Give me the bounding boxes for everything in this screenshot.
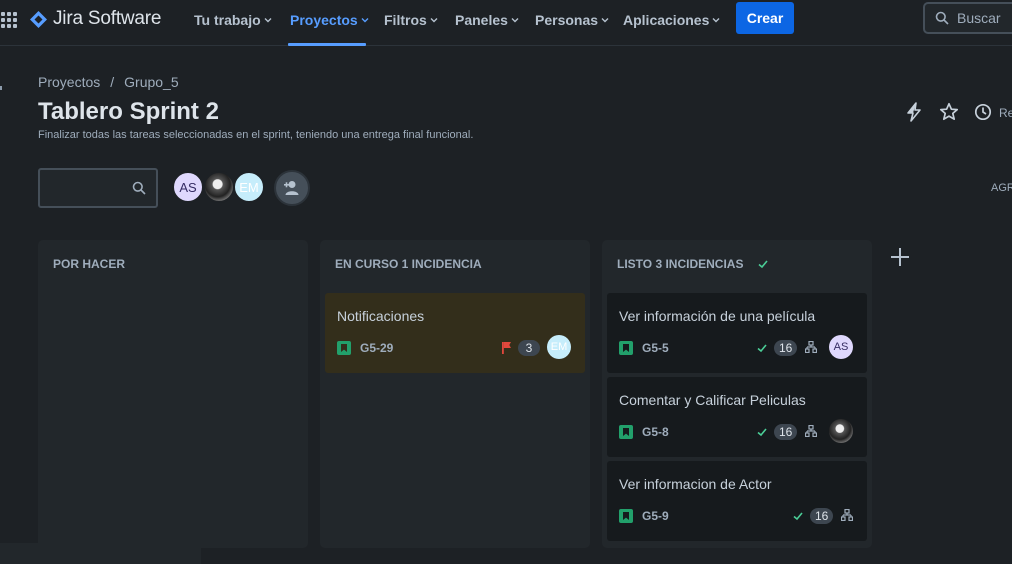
issue-card[interactable]: Comentar y Calificar Peliculas G5-8 16	[607, 377, 867, 457]
issue-key[interactable]: G5-29	[360, 341, 393, 355]
story-points-badge: 3	[518, 340, 540, 356]
sidebar-edge	[0, 86, 2, 90]
sprint-goal: Finalizar todas las tareas seleccionadas…	[38, 129, 474, 141]
card-title: Ver informacion de Actor	[619, 476, 772, 492]
bottom-panel	[0, 543, 201, 564]
issue-card[interactable]: Ver información de una película G5-5 16 …	[607, 293, 867, 373]
assignee-avatar[interactable]: EM	[547, 335, 571, 359]
check-icon	[757, 344, 767, 353]
story-icon	[619, 341, 633, 355]
product-name: Jira Software	[53, 8, 162, 29]
nav-personas[interactable]: Personas	[535, 10, 609, 30]
issue-card[interactable]: Ver informacion de Actor G5-9 16	[607, 461, 867, 541]
breadcrumb-separator: /	[110, 74, 115, 90]
nav-label: Aplicaciones	[623, 12, 710, 28]
story-points-badge: 16	[810, 508, 834, 524]
issue-card[interactable]: Notificaciones G5-29 3 EM	[325, 293, 585, 373]
clock-icon[interactable]	[974, 103, 992, 121]
story-icon	[619, 425, 633, 439]
nav-label: Proyectos	[290, 12, 358, 28]
column-title: LISTO 3 INCIDENCIAS	[617, 257, 769, 271]
card-title: Comentar y Calificar Peliculas	[619, 392, 806, 408]
column-title-text: LISTO 3 INCIDENCIAS	[617, 257, 744, 271]
header-action-label[interactable]: Re	[999, 106, 1012, 120]
assignee-avatar[interactable]: AS	[829, 335, 853, 359]
column-por-hacer: POR HACER	[38, 240, 308, 548]
search-icon	[935, 11, 949, 25]
avatar-as[interactable]: AS	[172, 171, 204, 203]
flag-icon	[502, 342, 511, 354]
issue-key[interactable]: G5-8	[642, 425, 669, 439]
card-title: Notificaciones	[337, 308, 425, 324]
avatar-photo[interactable]	[203, 171, 235, 203]
story-points-badge: 16	[774, 424, 798, 440]
subtask-icon	[841, 509, 853, 521]
nav-tu-trabajo[interactable]: Tu trabajo	[194, 10, 272, 30]
active-nav-indicator	[288, 43, 366, 46]
chevron-down-icon	[511, 18, 519, 23]
story-points-badge: 16	[774, 340, 798, 356]
breadcrumb-proyectos[interactable]: Proyectos	[38, 74, 100, 90]
column-listo: LISTO 3 INCIDENCIAS Ver información de u…	[602, 240, 872, 548]
nav-label: Tu trabajo	[194, 12, 261, 28]
star-icon[interactable]	[939, 102, 959, 122]
story-icon	[337, 341, 351, 355]
lightning-icon[interactable]	[904, 102, 924, 122]
check-icon	[793, 512, 803, 521]
issue-key[interactable]: G5-5	[642, 341, 669, 355]
column-title: POR HACER	[53, 257, 125, 271]
top-navigation: Jira Software Tu trabajo Proyectos Filtr…	[0, 0, 1012, 46]
jira-logo[interactable]: Jira Software	[30, 8, 161, 30]
add-people-icon	[284, 181, 299, 195]
nav-filtros[interactable]: Filtros	[384, 10, 438, 30]
column-en-curso: EN CURSO 1 INCIDENCIA Notificaciones G5-…	[320, 240, 590, 548]
search-icon	[132, 181, 146, 195]
chevron-down-icon	[361, 18, 369, 23]
nav-aplicaciones[interactable]: Aplicaciones	[623, 10, 720, 30]
search-placeholder: Buscar	[957, 10, 1001, 26]
breadcrumb: Proyectos / Grupo_5	[38, 74, 179, 90]
card-title: Ver información de una película	[619, 308, 816, 324]
chevron-down-icon	[712, 18, 720, 23]
apps-grid-icon[interactable]	[0, 11, 18, 29]
chevron-down-icon	[430, 18, 438, 23]
avatar-em[interactable]: EM	[233, 171, 265, 203]
breadcrumb-grupo[interactable]: Grupo_5	[124, 74, 178, 90]
group-by-label[interactable]: AGR	[991, 182, 1012, 194]
column-title: EN CURSO 1 INCIDENCIA	[335, 257, 482, 271]
nav-paneles[interactable]: Paneles	[455, 10, 519, 30]
create-button[interactable]: Crear	[736, 2, 794, 34]
chevron-down-icon	[601, 18, 609, 23]
plus-icon[interactable]	[889, 246, 911, 268]
story-icon	[619, 509, 633, 523]
chevron-down-icon	[264, 18, 272, 23]
nav-label: Personas	[535, 12, 599, 28]
jira-logo-icon	[30, 10, 47, 28]
assignee-avatar-photo[interactable]	[829, 419, 853, 443]
check-icon	[757, 428, 767, 437]
nav-label: Filtros	[384, 12, 427, 28]
column-title-text: POR HACER	[53, 257, 126, 271]
nav-label: Paneles	[455, 12, 508, 28]
global-search-input[interactable]: Buscar	[923, 2, 1012, 34]
column-title-text: EN CURSO 1 INCIDENCIA	[335, 257, 482, 271]
check-icon	[758, 260, 769, 269]
add-people-button[interactable]	[274, 170, 310, 206]
issue-key[interactable]: G5-9	[642, 509, 669, 523]
subtask-icon	[805, 425, 817, 437]
nav-proyectos[interactable]: Proyectos	[290, 10, 369, 30]
page-title: Tablero Sprint 2	[38, 98, 219, 125]
subtask-icon	[805, 341, 817, 353]
board-search-input[interactable]	[38, 168, 158, 208]
